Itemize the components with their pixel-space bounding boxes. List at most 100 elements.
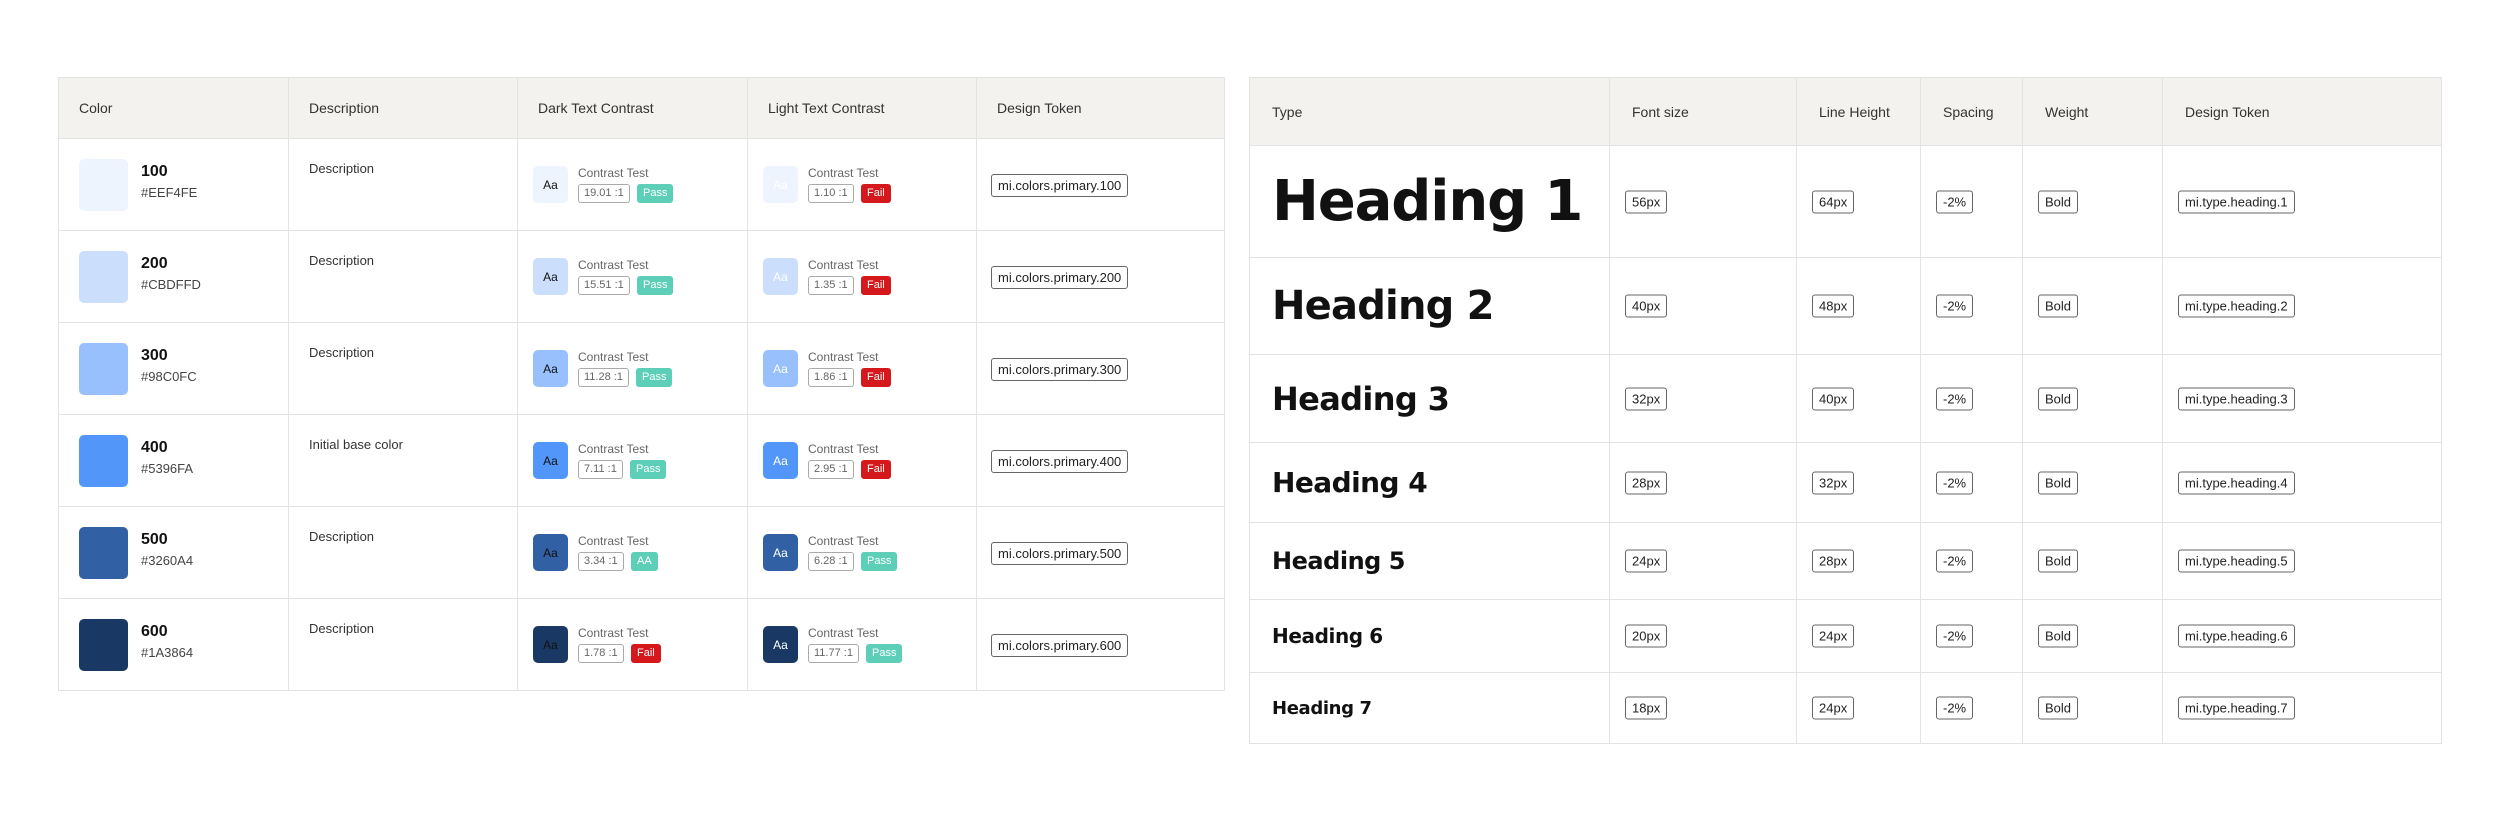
type-sample-cell: Heading 6 [1250, 600, 1610, 673]
weight-cell: Bold [2023, 258, 2163, 355]
type-sample-cell: Heading 1 [1250, 146, 1610, 258]
type-row: Heading 3 32px 40px -2% Bold mi.type.heading.… [1250, 355, 2442, 443]
description-cell: Description [289, 507, 518, 599]
contrast-test-label: Contrast Test [808, 626, 879, 640]
line-height-value: 32px [1812, 471, 1855, 494]
description-text: Description [309, 345, 375, 360]
color-row: 200 #CBDFFD Description Aa Contrast Test 15.5… [59, 231, 1225, 323]
contrast-ratio: 1.86 :1 [808, 368, 854, 387]
design-token: mi.colors.primary.100 [991, 174, 1129, 197]
contrast-test-label: Contrast Test [578, 626, 649, 640]
color-swatch [79, 343, 128, 395]
dark-contrast-cell: Aa Contrast Test 15.51 :1 Pass [518, 231, 748, 323]
weight-value: Bold [2038, 471, 2079, 494]
description-text: Initial base color [309, 437, 403, 452]
contrast-test-label: Contrast Test [578, 534, 649, 548]
design-token-cell: mi.type.heading.7 [2163, 673, 2442, 744]
design-token-value: mi.type.heading.1 [2178, 190, 2295, 213]
color-row: 300 #98C0FC Description Aa Contrast Test 11.2… [59, 323, 1225, 415]
color-cell: 600 #1A3864 [59, 599, 289, 691]
contrast-result-badge: Fail [861, 460, 891, 479]
type-sample-cell: Heading 7 [1250, 673, 1610, 744]
shade-hex: #98C0FC [141, 369, 197, 384]
dark-text-sample: Aa [533, 166, 568, 203]
description-cell: Description [289, 231, 518, 323]
color-row: 600 #1A3864 Description Aa Contrast Test 1.78… [59, 599, 1225, 691]
contrast-test-label: Contrast Test [808, 258, 879, 272]
weight-value: Bold [2038, 549, 2079, 573]
dark-text-sample: Aa [533, 626, 568, 663]
weight-cell: Bold [2023, 673, 2163, 744]
color-table-header: Color Description Dark Text Contrast Lig… [59, 78, 1225, 139]
contrast-result-badge: Pass [636, 368, 673, 387]
description-text: Description [309, 253, 375, 268]
description-cell: Description [289, 599, 518, 691]
weight-value: Bold [2038, 387, 2079, 410]
description-cell: Description [289, 323, 518, 415]
color-swatch [79, 159, 128, 211]
description-cell: Initial base color [289, 415, 518, 507]
contrast-result-badge: Pass [630, 460, 667, 479]
design-token-cell: mi.colors.primary.600 [977, 599, 1225, 691]
design-token-cell: mi.colors.primary.400 [977, 415, 1225, 507]
contrast-test-label: Contrast Test [808, 350, 879, 364]
type-row: Heading 5 24px 28px -2% Bold mi.type.heading.… [1250, 523, 2442, 600]
font-size-value: 20px [1625, 624, 1668, 648]
heading-sample: Heading 1 [1272, 169, 1583, 234]
contrast-result-badge: Pass [637, 184, 674, 203]
design-token-cell: mi.type.heading.1 [2163, 146, 2442, 258]
contrast-ratio: 3.34 :1 [578, 552, 624, 571]
contrast-test-label: Contrast Test [808, 442, 879, 456]
type-sample-cell: Heading 2 [1250, 258, 1610, 355]
spacing-value: -2% [1936, 190, 1974, 213]
contrast-result-badge: Fail [861, 368, 891, 387]
column-header-dark-contrast: Dark Text Contrast [518, 78, 748, 139]
font-size-cell: 18px [1610, 673, 1797, 744]
weight-value: Bold [2038, 190, 2079, 213]
type-row: Heading 6 20px 24px -2% Bold mi.type.heading.… [1250, 600, 2442, 673]
design-token-cell: mi.type.heading.6 [2163, 600, 2442, 673]
design-token: mi.colors.primary.200 [991, 266, 1129, 289]
design-token: mi.colors.primary.600 [991, 634, 1129, 657]
type-sample-cell: Heading 5 [1250, 523, 1610, 600]
color-swatch [79, 619, 128, 671]
spacing-value: -2% [1936, 387, 1974, 410]
column-header-design-token: Design Token [2163, 78, 2442, 146]
contrast-result-badge: Pass [866, 644, 903, 663]
dark-contrast-cell: Aa Contrast Test 7.11 :1 Pass [518, 415, 748, 507]
spacing-value: -2% [1936, 696, 1974, 720]
weight-cell: Bold [2023, 523, 2163, 600]
light-contrast-cell: Aa Contrast Test 11.77 :1 Pass [748, 599, 977, 691]
line-height-value: 64px [1812, 190, 1855, 213]
color-cell: 200 #CBDFFD [59, 231, 289, 323]
description-text: Description [309, 161, 375, 176]
contrast-test-label: Contrast Test [808, 534, 879, 548]
weight-cell: Bold [2023, 600, 2163, 673]
design-token-cell: mi.type.heading.3 [2163, 355, 2442, 443]
font-size-value: 40px [1625, 294, 1668, 318]
light-text-sample: Aa [763, 258, 798, 295]
contrast-ratio: 1.10 :1 [808, 184, 854, 203]
description-cell: Description [289, 139, 518, 231]
weight-cell: Bold [2023, 355, 2163, 443]
spacing-cell: -2% [1921, 443, 2023, 523]
color-row: 400 #5396FA Initial base color Aa Contrast T… [59, 415, 1225, 507]
line-height-cell: 64px [1797, 146, 1921, 258]
design-token-cell: mi.colors.primary.300 [977, 323, 1225, 415]
light-contrast-cell: Aa Contrast Test 1.35 :1 Fail [748, 231, 977, 323]
font-size-cell: 24px [1610, 523, 1797, 600]
design-token-cell: mi.type.heading.4 [2163, 443, 2442, 523]
column-header-type: Type [1250, 78, 1610, 146]
heading-sample: Heading 7 [1272, 697, 1372, 719]
contrast-result-badge: Pass [637, 276, 674, 295]
dark-contrast-cell: Aa Contrast Test 19.01 :1 Pass [518, 139, 748, 231]
weight-cell: Bold [2023, 443, 2163, 523]
spacing-value: -2% [1936, 294, 1974, 318]
spacing-value: -2% [1936, 624, 1974, 648]
color-cell: 300 #98C0FC [59, 323, 289, 415]
design-token-value: mi.type.heading.5 [2178, 549, 2295, 573]
line-height-value: 24px [1812, 624, 1855, 648]
shade-number: 500 [141, 531, 168, 548]
shade-number: 200 [141, 255, 168, 272]
light-text-sample: Aa [763, 534, 798, 571]
